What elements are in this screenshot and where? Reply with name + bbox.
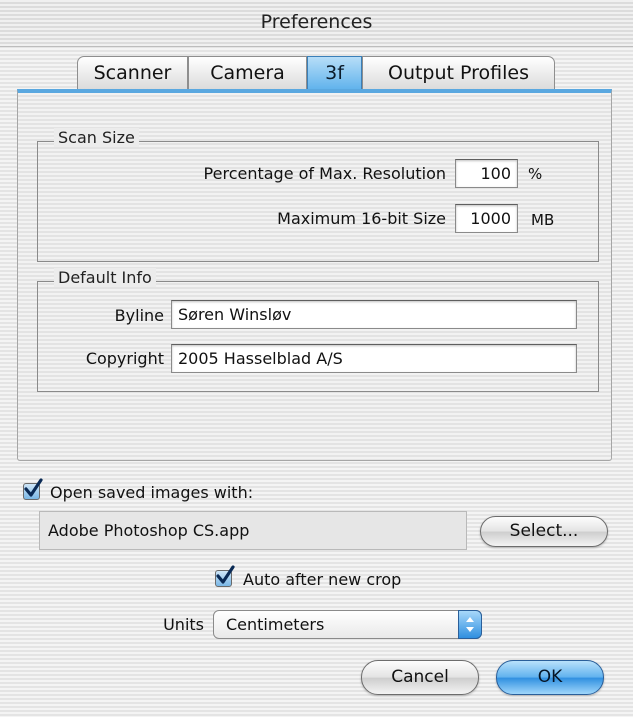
popup-arrows-icon bbox=[458, 610, 482, 639]
tab-scanner[interactable]: Scanner bbox=[77, 56, 188, 90]
copyright-input[interactable]: 2005 Hasselblad A/S bbox=[171, 344, 577, 373]
open-saved-label: Open saved images with: bbox=[50, 483, 254, 502]
tab-output-profiles[interactable]: Output Profiles bbox=[362, 56, 555, 90]
auto-crop-checkbox[interactable] bbox=[215, 565, 235, 587]
select-button[interactable]: Select... bbox=[480, 516, 608, 547]
units-popup[interactable]: Centimeters bbox=[213, 610, 482, 639]
default-info-group-label: Default Info bbox=[54, 268, 156, 287]
checkmark-icon bbox=[24, 478, 43, 497]
byline-label: Byline bbox=[114, 306, 164, 325]
percentage-unit: % bbox=[528, 165, 543, 183]
checkmark-icon bbox=[216, 565, 235, 584]
app-path-field: Adobe Photoshop CS.app bbox=[39, 511, 467, 550]
ok-button[interactable]: OK bbox=[496, 660, 604, 695]
units-selected-value: Centimeters bbox=[226, 615, 325, 634]
max-size-unit: MB bbox=[531, 211, 555, 229]
scan-size-group-label: Scan Size bbox=[54, 128, 139, 147]
percentage-input[interactable]: 100 bbox=[455, 159, 518, 188]
open-saved-checkbox[interactable] bbox=[23, 478, 43, 500]
tab-3f[interactable]: 3f bbox=[307, 56, 362, 90]
auto-crop-label: Auto after new crop bbox=[243, 570, 402, 589]
max-size-label: Maximum 16-bit Size bbox=[277, 209, 446, 228]
default-info-group bbox=[37, 281, 599, 392]
max-size-input[interactable]: 1000 bbox=[455, 204, 518, 233]
window-titlebar[interactable]: Preferences bbox=[0, 0, 633, 47]
copyright-label: Copyright bbox=[85, 349, 164, 368]
percentage-label: Percentage of Max. Resolution bbox=[203, 164, 446, 183]
units-label: Units bbox=[163, 615, 204, 634]
tab-camera[interactable]: Camera bbox=[188, 56, 307, 90]
byline-input[interactable]: Søren Winsløv bbox=[171, 300, 577, 329]
window-title: Preferences bbox=[260, 11, 373, 33]
cancel-button[interactable]: Cancel bbox=[361, 660, 479, 695]
